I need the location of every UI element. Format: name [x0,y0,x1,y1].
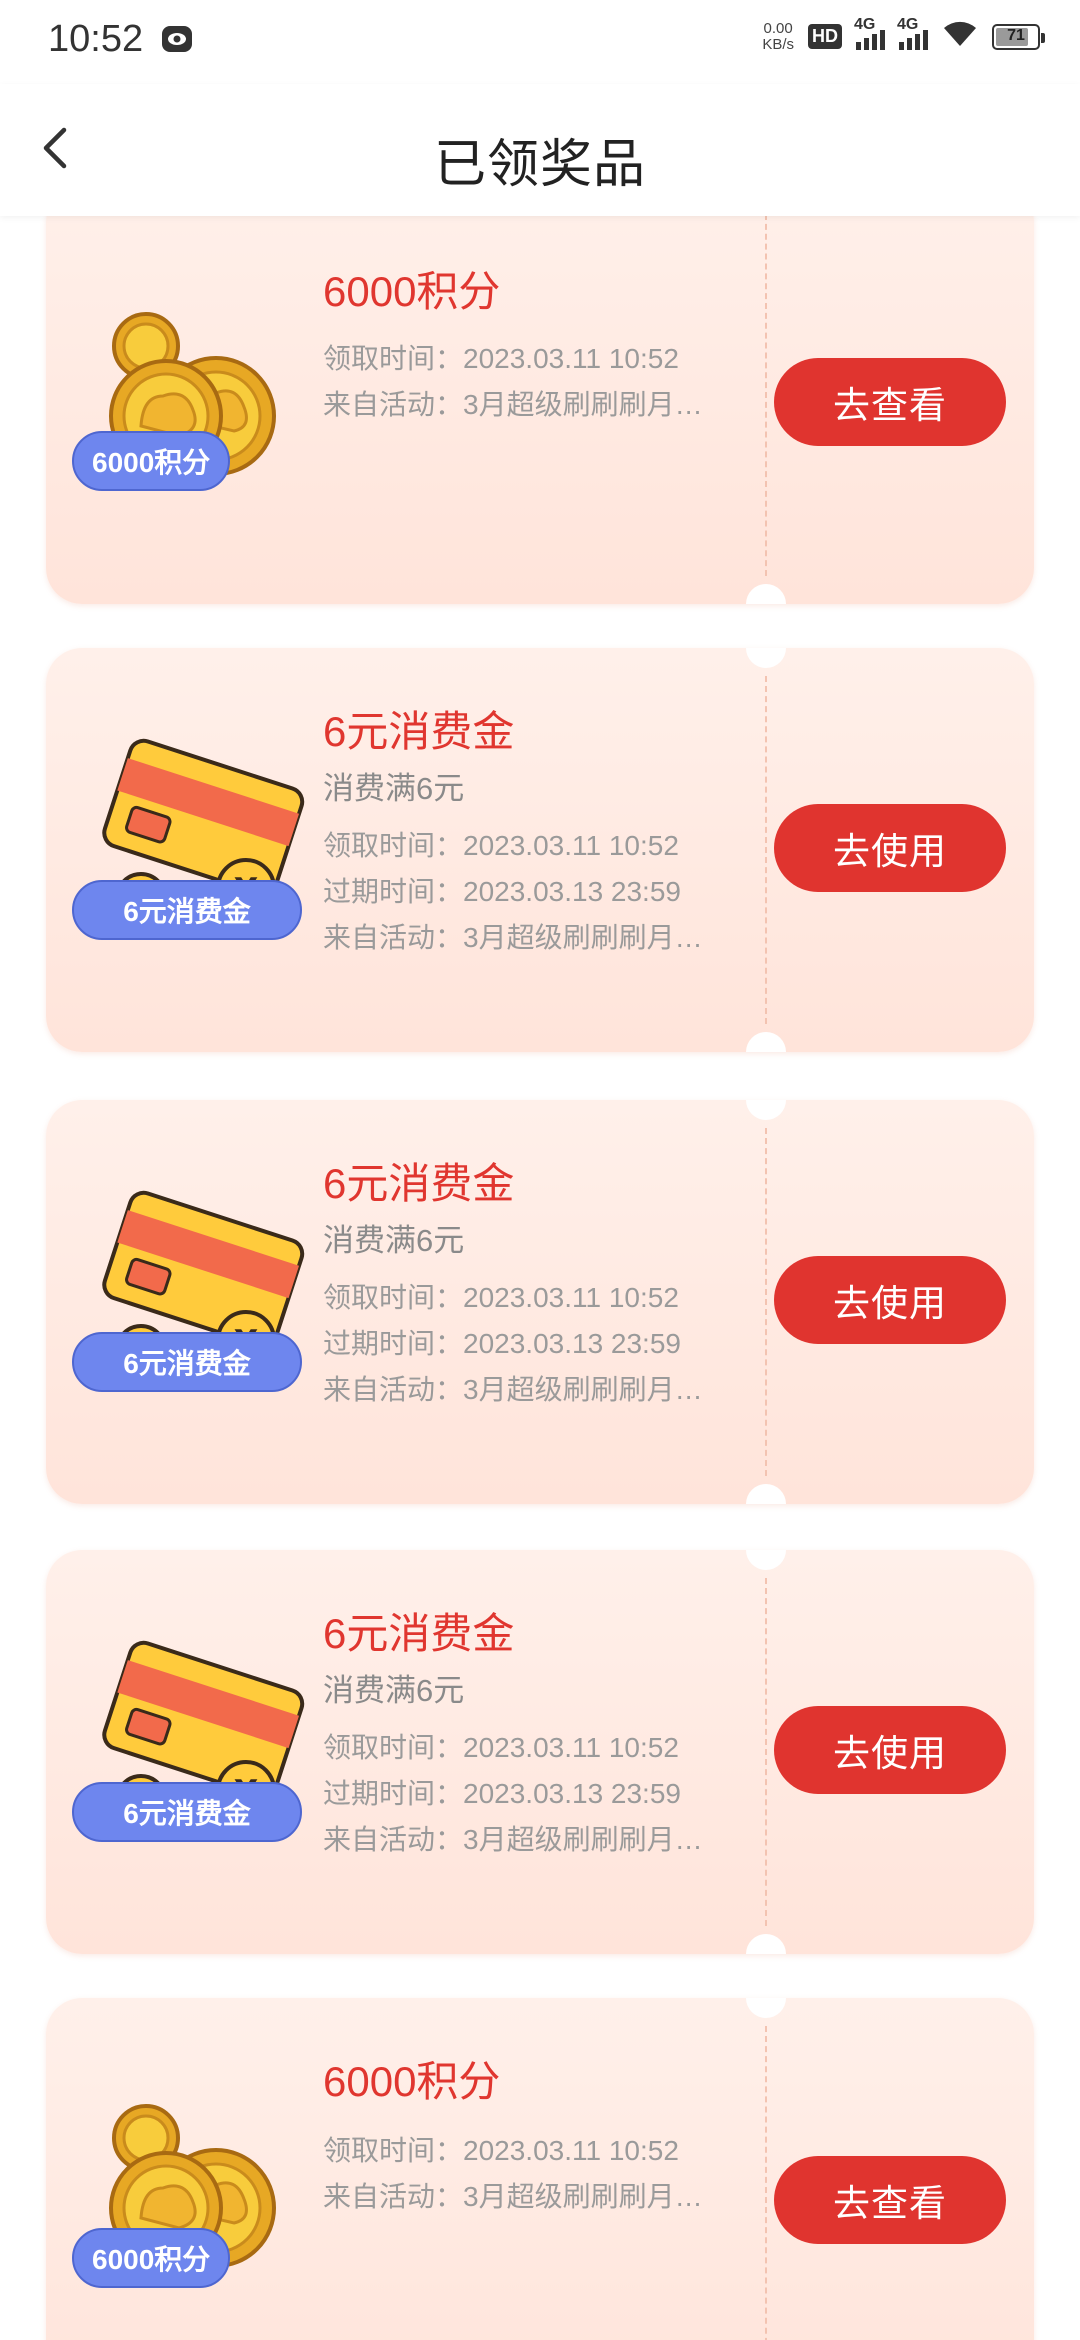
prize-card: 6元消费金 6元消费金 消费满6元 领取时间：2023.03.11 10:52 … [46,648,1034,1052]
prize-card: 6000积分 6000积分 领取时间：2023.03.11 10:52 来自活动… [46,1998,1034,2340]
eye-icon [160,22,194,61]
prize-info: 领取时间：2023.03.11 10:52 来自活动：3月超级刷刷刷月… [323,343,703,420]
prize-badge: 6元消费金 [72,880,302,940]
battery-level: 71 [1007,26,1025,44]
prize-badge: 6元消费金 [72,1332,302,1392]
prize-card: 6元消费金 6元消费金 消费满6元 领取时间：2023.03.11 10:52 … [46,1550,1034,1954]
prize-title: 6元消费金 [323,1160,515,1207]
prize-title: 6000积分 [323,2058,501,2105]
prize-condition: 消费满6元 [323,771,465,806]
battery-icon: 71 [992,23,1045,50]
network-speed: 0.00 KB/s [762,19,794,53]
view-button[interactable]: 去查看 [774,2156,1006,2244]
signal-4g-icon-2: 4G [897,16,928,50]
prize-title: 6元消费金 [323,1610,515,1657]
hd-icon: HD [808,24,842,49]
prize-card: 6000积分 6000积分 领取时间：2023.03.11 10:52 来自活动… [46,216,1034,604]
prize-info: 领取时间：2023.03.11 10:52 来自活动：3月超级刷刷刷月… [323,2135,703,2212]
prize-badge: 6元消费金 [72,1782,302,1842]
view-button[interactable]: 去查看 [774,358,1006,446]
prize-badge: 6000积分 [72,2228,231,2288]
prize-card: 6元消费金 6元消费金 消费满6元 领取时间：2023.03.11 10:52 … [46,1100,1034,1504]
prize-info: 领取时间：2023.03.11 10:52 过期时间：2023.03.13 23… [323,830,703,953]
prize-condition: 消费满6元 [323,1223,465,1258]
use-button[interactable]: 去使用 [774,1706,1006,1794]
prize-title: 6元消费金 [323,708,515,755]
nav-header: 已领奖品 [0,84,1080,216]
wifi-icon [942,20,978,53]
use-button[interactable]: 去使用 [774,804,1006,892]
prize-info: 领取时间：2023.03.11 10:52 过期时间：2023.03.13 23… [323,1282,703,1405]
signal-4g-icon: 4G [854,16,885,50]
prize-info: 领取时间：2023.03.11 10:52 过期时间：2023.03.13 23… [323,1732,703,1855]
status-time: 10:52 [48,18,144,60]
prize-badge: 6000积分 [72,431,231,491]
prize-condition: 消费满6元 [323,1673,465,1708]
page-title: 已领奖品 [433,136,646,194]
prize-list[interactable]: 6000积分 6000积分 领取时间：2023.03.11 10:52 来自活动… [0,216,1080,2340]
prize-title: 6000积分 [323,268,501,315]
status-bar: 10:52 0.00 KB/s HD 4G 4G 71 [0,0,1080,84]
use-button[interactable]: 去使用 [774,1256,1006,1344]
